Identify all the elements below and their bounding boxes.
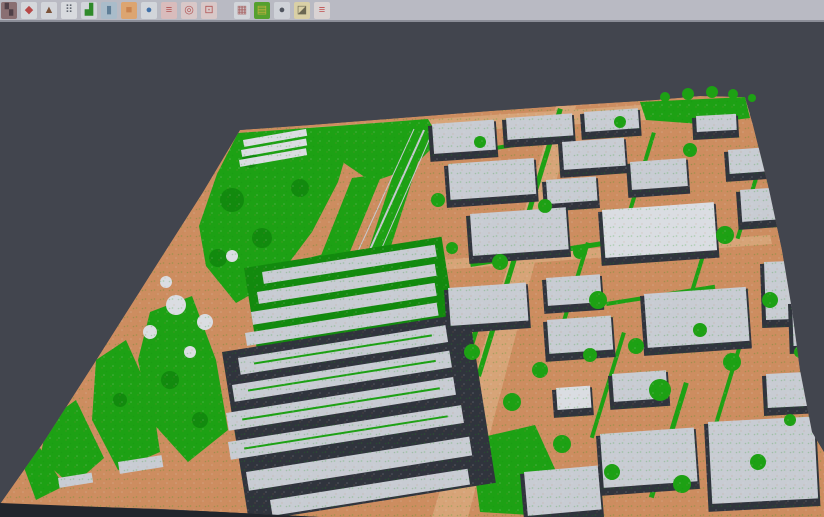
slice-icon: ▮ (106, 5, 112, 16)
selection-box-icon: ⊡ (204, 5, 213, 16)
toolbar-button-globe[interactable]: ● (141, 2, 157, 19)
toolbar-button-target[interactable]: ◎ (181, 2, 197, 19)
mesh-icon: ▚ (5, 5, 13, 16)
globe-icon: ● (146, 5, 153, 16)
toolbar-button-slice[interactable]: ▮ (101, 2, 117, 19)
terrain-model-canvas[interactable] (0, 24, 824, 517)
toolbar-button-checker-sphere[interactable]: ▦ (234, 2, 250, 19)
dark-sphere-icon: ● (279, 5, 286, 16)
toolbar-button-mountain[interactable]: ▲ (41, 2, 57, 19)
hourglass-icon: ◪ (297, 5, 307, 16)
application-window: ▚ ◆ ▲ ⠿ ▟ ▮ ■ ● ≡ ◎ ⊡ ▦ ▤ ● ◪ ≡ (0, 0, 824, 517)
ortho-tile-icon: ■ (126, 5, 133, 16)
toolbar-button-flag[interactable]: ≡ (314, 2, 330, 19)
toolbar-button-ground-points[interactable]: ⠿ (61, 2, 77, 19)
toolbar-button-points[interactable]: ◆ (21, 2, 37, 19)
ground-points-icon: ⠿ (65, 5, 73, 16)
toolbar-button-layers-list[interactable]: ≡ (161, 2, 177, 19)
toolbar-button-selection-box[interactable]: ⊡ (201, 2, 217, 19)
toolbar-separator (221, 10, 230, 11)
toolbar-button-mesh[interactable]: ▚ (1, 2, 17, 19)
toolbar-button-dark-sphere[interactable]: ● (274, 2, 290, 19)
target-icon: ◎ (184, 5, 194, 16)
toolbar-button-ortho-tile[interactable]: ■ (121, 2, 137, 19)
classification-map-icon: ▤ (257, 5, 267, 16)
mountain-icon: ▲ (44, 5, 55, 16)
toolbar-button-classification-map[interactable]: ▤ (254, 2, 270, 19)
viewport-3d[interactable] (0, 24, 824, 517)
layers-list-icon: ≡ (166, 5, 172, 16)
toolbar-button-terrain[interactable]: ▟ (81, 2, 97, 19)
toolbar-button-hourglass[interactable]: ◪ (294, 2, 310, 19)
checker-sphere-icon: ▦ (237, 5, 247, 16)
terrain-icon: ▟ (85, 5, 93, 16)
points-icon: ◆ (25, 5, 33, 16)
flag-icon: ≡ (319, 5, 325, 16)
main-toolbar: ▚ ◆ ▲ ⠿ ▟ ▮ ■ ● ≡ ◎ ⊡ ▦ ▤ ● ◪ ≡ (0, 0, 824, 22)
